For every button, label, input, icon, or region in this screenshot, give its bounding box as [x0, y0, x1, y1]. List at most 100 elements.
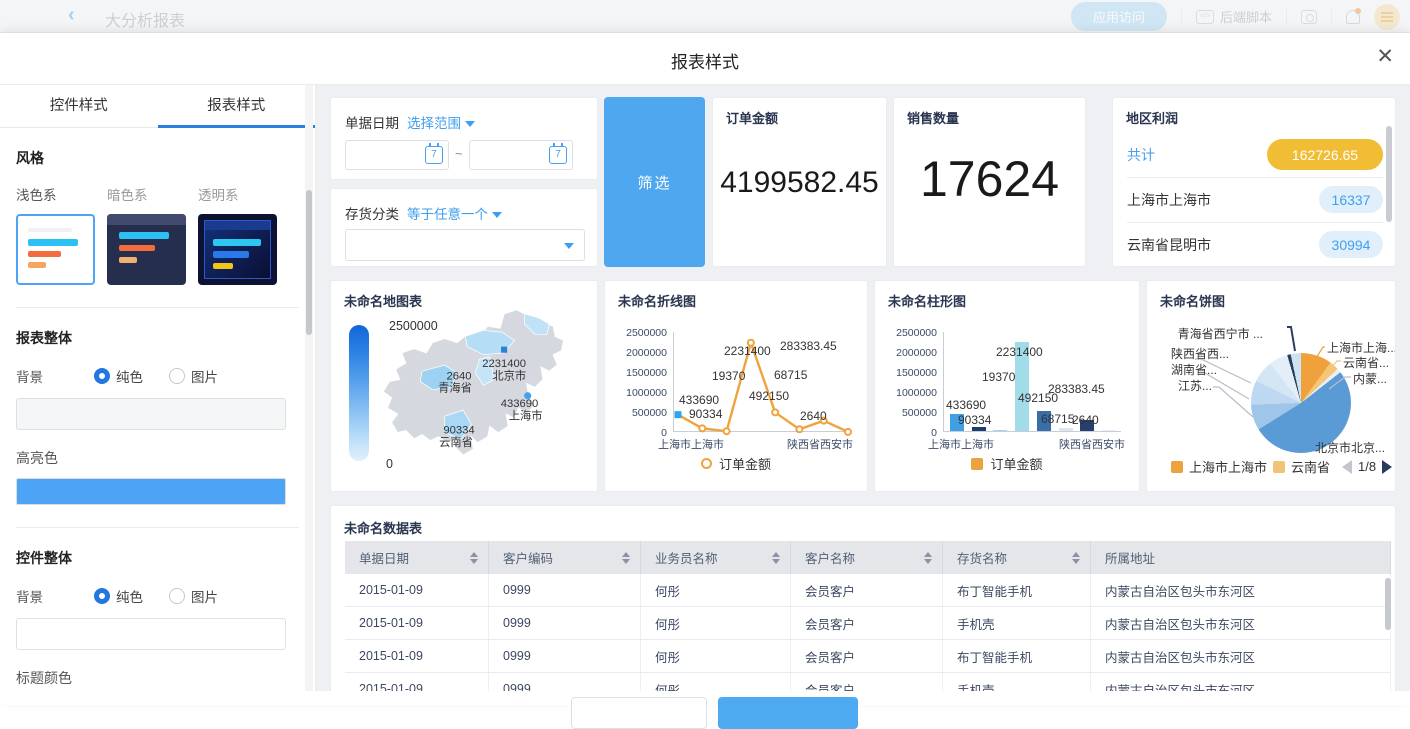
tab-report-style[interactable]: 报表样式 [158, 85, 316, 127]
data-point-marker [845, 429, 851, 435]
table-cell: 内蒙古自治区包头市东河区 [1091, 640, 1391, 672]
bar[interactable] [993, 430, 1007, 431]
china-map[interactable]: 2231400 北京市 2640 青海省 433690 上海市 90334 云南… [373, 307, 583, 462]
table-header-cell[interactable]: 单据日期 [345, 541, 489, 574]
table-row[interactable]: 2015-01-090999何彤会员客户布丁智能手机内蒙古自治区包头市东河区 [345, 574, 1391, 607]
close-icon[interactable]: ✕ [1376, 46, 1394, 67]
back-icon[interactable]: ‹ [68, 4, 75, 27]
pie-chart[interactable] [1251, 353, 1351, 453]
style-option-dark[interactable]: 暗色系 [107, 184, 198, 204]
table-header-cell[interactable]: 客户名称 [791, 541, 943, 574]
bar-chart-card: 未命名柱形图 订单金额 2500000200000015000001000000… [874, 280, 1140, 492]
map-label-name: 青海省 [438, 381, 472, 395]
backend-script-button[interactable]: </> 后端脚本 [1196, 7, 1272, 26]
footer-confirm-button[interactable] [718, 697, 858, 729]
widget-bg-input[interactable] [16, 618, 286, 650]
radio-image[interactable]: 图片 [169, 586, 218, 606]
table-cell: 2015-01-09 [345, 574, 489, 606]
legend-label[interactable]: 订单金额 [990, 454, 1042, 473]
theme-thumbnail-transparent[interactable] [198, 214, 277, 285]
column-label: 客户名称 [805, 548, 855, 567]
bar[interactable] [972, 427, 986, 431]
contact-card-icon[interactable] [1301, 10, 1317, 24]
table-row[interactable]: 2015-01-090999何彤会员客户布丁智能手机内蒙古自治区包头市东河区 [345, 640, 1391, 673]
province-beijing[interactable] [501, 347, 507, 353]
legend-marker-square [971, 458, 983, 470]
pie-slice-label: 青海省西宁市 ... [1178, 325, 1263, 342]
inventory-op-dropdown[interactable]: 等于任意一个 [407, 207, 488, 222]
sort-icon[interactable] [772, 552, 780, 564]
legend-prev-icon[interactable] [1342, 460, 1352, 474]
table-cell: 何彤 [641, 607, 791, 639]
table-scrollbar[interactable] [1385, 578, 1391, 630]
bar[interactable] [1059, 428, 1073, 431]
table-cell: 手机壳 [943, 607, 1091, 639]
app-access-button[interactable]: 应用访问 [1071, 2, 1167, 31]
table-cell: 布丁智能手机 [943, 640, 1091, 672]
sort-icon[interactable] [622, 552, 630, 564]
sort-icon[interactable] [1072, 552, 1080, 564]
y-axis-tick: 2500000 [613, 327, 667, 339]
date-from-input[interactable]: 7 [345, 140, 449, 170]
inventory-select[interactable] [345, 229, 585, 261]
table-header-cell[interactable]: 所属地址 [1091, 541, 1391, 574]
data-label: 2231400 [724, 344, 771, 358]
theme-thumbnail-light[interactable] [16, 214, 95, 285]
legend-label[interactable]: 上海市上海市 [1189, 457, 1267, 476]
radio-solid-color[interactable]: 纯色 [94, 366, 143, 386]
data-table-card: 未命名数据表 单据日期客户编码业务员名称客户名称存货名称所属地址 2015-01… [330, 505, 1396, 705]
sort-icon[interactable] [924, 552, 932, 564]
bar[interactable] [1102, 430, 1116, 431]
legend-label[interactable]: 订单金额 [719, 454, 771, 473]
filter-button[interactable]: 筛选 [604, 97, 705, 267]
date-op-dropdown[interactable]: 选择范围 [407, 116, 461, 131]
table-header-row: 单据日期客户编码业务员名称 客户名称 存货名称所属地址 [345, 541, 1391, 574]
table-header-cell[interactable]: 业务员名称 [641, 541, 791, 574]
region-profit-scrollbar[interactable] [1386, 126, 1392, 222]
legend-next-icon[interactable] [1382, 460, 1392, 474]
date-to-input[interactable]: 7 [469, 140, 573, 170]
sort-icon[interactable] [470, 552, 478, 564]
code-icon: </> [1196, 10, 1214, 24]
map-label-value: 90334 [443, 425, 474, 437]
legend-marker-circle [701, 458, 712, 469]
table-cell: 会员客户 [791, 640, 943, 672]
highlight-color-swatch[interactable] [16, 478, 286, 505]
highlight-color-label: 高亮色 [16, 448, 299, 468]
kpi-value: 4199582.45 [713, 166, 886, 200]
inventory-filter-label: 存货分类 [345, 207, 399, 222]
footer-cancel-button[interactable] [571, 697, 707, 729]
data-label: 283383.45 [780, 339, 837, 353]
radio-solid-color[interactable]: 纯色 [94, 586, 143, 606]
radio-image[interactable]: 图片 [169, 366, 218, 386]
table-header-cell[interactable]: 客户编码 [489, 541, 641, 574]
y-axis-tick: 2000000 [883, 347, 937, 359]
column-label: 业务员名称 [655, 548, 718, 567]
line-plot-area[interactable]: 4336909033419370223140049215068715283383… [673, 332, 851, 432]
data-label: 492150 [749, 389, 789, 403]
calendar-icon[interactable]: 7 [549, 146, 567, 164]
table-cell: 布丁智能手机 [943, 574, 1091, 606]
kpi-sales-qty-card: 销售数量 17624 [893, 97, 1086, 267]
table-header-cell[interactable]: 存货名称 [943, 541, 1091, 574]
legend-marker-square [1273, 461, 1285, 473]
divider [16, 527, 299, 528]
style-option-transparent[interactable]: 透明系 [198, 184, 289, 204]
calendar-icon[interactable]: 7 [425, 146, 443, 164]
data-label: 19370 [982, 370, 1015, 384]
title-color-label: 标题颜色 [16, 668, 299, 688]
table-row[interactable]: 2015-01-090999何彤会员客户手机壳内蒙古自治区包头市东河区 [345, 607, 1391, 640]
theme-thumbnail-dark[interactable] [107, 214, 186, 285]
bg-label: 背景 [16, 586, 94, 606]
pie-slice-label: 云南省... [1343, 354, 1389, 371]
style-option-light[interactable]: 浅色系 [16, 184, 107, 204]
bar-plot-area[interactable]: 4336909033419370223140049215068715283383… [943, 332, 1121, 432]
data-label: 2640 [800, 409, 827, 423]
legend-label[interactable]: 云南省 [1291, 457, 1330, 476]
divider [1181, 9, 1182, 25]
report-bg-input[interactable] [16, 398, 286, 430]
sidebar-scrollbar[interactable] [305, 85, 313, 705]
notification-bell-icon[interactable] [1346, 10, 1360, 24]
tab-widget-style[interactable]: 控件样式 [0, 85, 158, 127]
avatar[interactable] [1374, 4, 1400, 30]
